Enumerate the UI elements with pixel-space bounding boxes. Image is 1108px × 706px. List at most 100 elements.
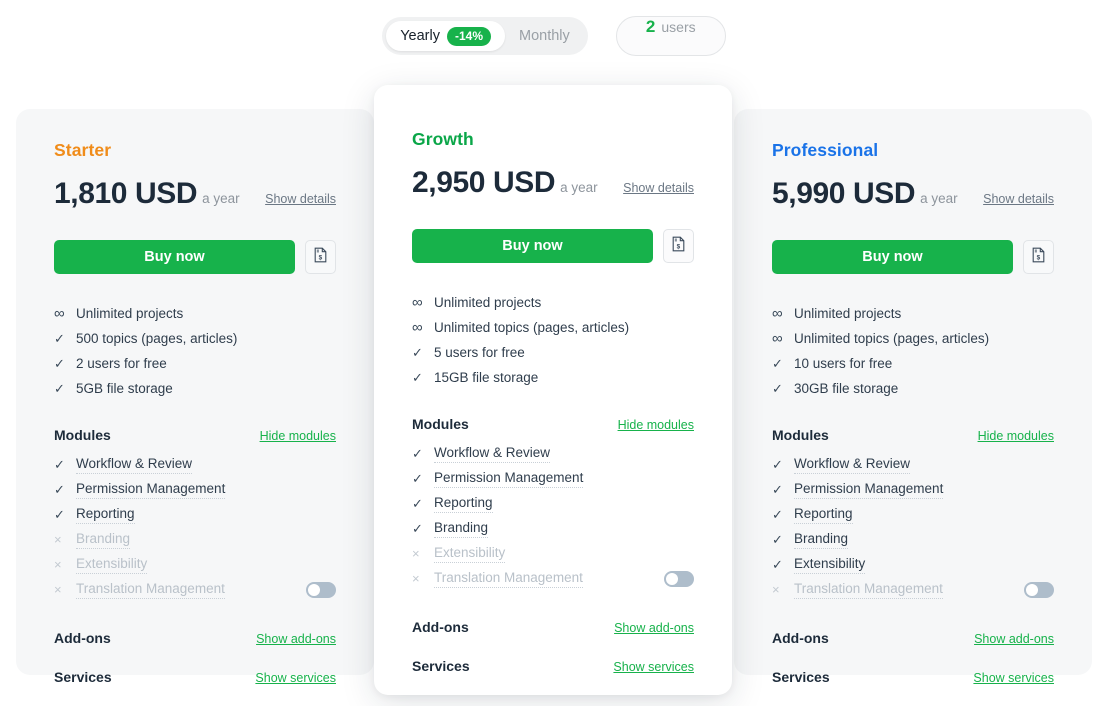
hide-modules-link[interactable]: Hide modules bbox=[260, 429, 336, 443]
cross-icon: × bbox=[412, 546, 420, 561]
check-icon: ✓ bbox=[412, 470, 423, 486]
module-row: ✓ Permission Management bbox=[772, 477, 1054, 502]
plan-features: ∞ Unlimited projects ∞ Unlimited topics … bbox=[412, 290, 694, 390]
module-label[interactable]: Permission Management bbox=[794, 481, 944, 499]
feature-label: 5 users for free bbox=[434, 345, 525, 360]
addons-title: Add-ons bbox=[412, 619, 469, 635]
show-details-link[interactable]: Show details bbox=[983, 192, 1054, 206]
feature-label: Unlimited topics (pages, articles) bbox=[794, 331, 990, 346]
cross-icon: × bbox=[54, 582, 62, 597]
pricing-card-professional: Professional 5,990 USD a year Show detai… bbox=[734, 109, 1092, 685]
cross-icon: × bbox=[54, 557, 62, 572]
modules-section-header: Modules Hide modules bbox=[412, 416, 694, 432]
toggle-knob bbox=[1026, 583, 1038, 596]
buy-now-button[interactable]: Buy now bbox=[412, 229, 653, 263]
plan-name: Growth bbox=[412, 129, 474, 149]
invoice-document-dollar-icon: $ bbox=[313, 247, 328, 268]
request-quote-button[interactable]: $ bbox=[305, 240, 336, 274]
module-label[interactable]: Reporting bbox=[76, 506, 135, 524]
plan-price: 5,990 USD bbox=[772, 177, 916, 210]
plan-name: Starter bbox=[54, 140, 112, 160]
check-icon: ✓ bbox=[772, 380, 783, 396]
feature-row: ✓ 10 users for free bbox=[772, 351, 1054, 376]
module-label[interactable]: Workflow & Review bbox=[434, 445, 551, 463]
show-services-link[interactable]: Show services bbox=[613, 660, 694, 674]
modules-title: Modules bbox=[412, 416, 469, 432]
module-row: × Translation Management bbox=[772, 577, 1054, 602]
invoice-document-dollar-icon: $ bbox=[1031, 247, 1046, 268]
module-toggle-switch[interactable] bbox=[1024, 581, 1054, 598]
show-services-link[interactable]: Show services bbox=[973, 671, 1054, 685]
feature-label: Unlimited projects bbox=[76, 306, 184, 321]
feature-label: Unlimited projects bbox=[794, 306, 902, 321]
feature-label: Unlimited topics (pages, articles) bbox=[434, 320, 630, 335]
services-title: Services bbox=[54, 669, 112, 685]
module-label[interactable]: Branding bbox=[434, 520, 489, 538]
hide-modules-link[interactable]: Hide modules bbox=[978, 429, 1054, 443]
module-row: ✓ Branding bbox=[412, 516, 694, 541]
buy-now-button[interactable]: Buy now bbox=[54, 240, 295, 274]
request-quote-button[interactable]: $ bbox=[663, 229, 694, 263]
addons-title: Add-ons bbox=[54, 630, 111, 646]
module-label[interactable]: Extensibility bbox=[76, 556, 148, 574]
module-row: × Translation Management bbox=[54, 577, 336, 602]
module-row: × Branding bbox=[54, 527, 336, 552]
feature-row: ∞ Unlimited projects bbox=[412, 290, 694, 315]
module-row: ✓ Workflow & Review bbox=[772, 452, 1054, 477]
check-icon: ✓ bbox=[412, 369, 423, 385]
check-icon: ✓ bbox=[772, 506, 783, 522]
feature-row: ✓ 5GB file storage bbox=[54, 376, 336, 401]
module-label[interactable]: Workflow & Review bbox=[794, 456, 911, 474]
plan-modules: ✓ Workflow & Review ✓ Permission Managem… bbox=[54, 452, 336, 602]
addons-title: Add-ons bbox=[772, 630, 829, 646]
plan-price: 2,950 USD bbox=[412, 166, 556, 199]
plan-features: ∞ Unlimited projects ∞ Unlimited topics … bbox=[772, 301, 1054, 401]
module-label[interactable]: Permission Management bbox=[434, 470, 584, 488]
price-row: 5,990 USD a year Show details bbox=[772, 177, 1054, 211]
module-row: ✓ Reporting bbox=[54, 502, 336, 527]
show-addons-link[interactable]: Show add-ons bbox=[256, 632, 336, 646]
check-icon: ✓ bbox=[772, 531, 783, 547]
show-details-link[interactable]: Show details bbox=[623, 181, 694, 195]
show-details-link[interactable]: Show details bbox=[265, 192, 336, 206]
module-label[interactable]: Translation Management bbox=[794, 581, 943, 599]
module-label[interactable]: Workflow & Review bbox=[76, 456, 193, 474]
module-label[interactable]: Permission Management bbox=[76, 481, 226, 499]
module-label[interactable]: Reporting bbox=[794, 506, 853, 524]
module-label[interactable]: Branding bbox=[76, 531, 131, 549]
cross-icon: × bbox=[54, 532, 62, 547]
services-section-header: Services Show services bbox=[412, 658, 694, 674]
infinity-icon: ∞ bbox=[772, 330, 783, 347]
feature-row: ✓ 30GB file storage bbox=[772, 376, 1054, 401]
module-label[interactable]: Reporting bbox=[434, 495, 493, 513]
pricing-card-growth: Growth 2,950 USD a year Show details Buy… bbox=[374, 85, 732, 695]
show-services-link[interactable]: Show services bbox=[255, 671, 336, 685]
module-row: × Translation Management bbox=[412, 566, 694, 591]
buy-now-button[interactable]: Buy now bbox=[772, 240, 1013, 274]
check-icon: ✓ bbox=[412, 520, 423, 536]
module-row: ✓ Permission Management bbox=[412, 466, 694, 491]
cross-icon: × bbox=[772, 582, 780, 597]
module-label[interactable]: Branding bbox=[794, 531, 849, 549]
module-label[interactable]: Extensibility bbox=[434, 545, 506, 563]
show-addons-link[interactable]: Show add-ons bbox=[974, 632, 1054, 646]
plan-price: 1,810 USD bbox=[54, 177, 198, 210]
plan-modules: ✓ Workflow & Review ✓ Permission Managem… bbox=[412, 441, 694, 591]
check-icon: ✓ bbox=[412, 344, 423, 360]
show-addons-link[interactable]: Show add-ons bbox=[614, 621, 694, 635]
module-label[interactable]: Extensibility bbox=[794, 556, 866, 574]
module-toggle-switch[interactable] bbox=[306, 581, 336, 598]
feature-label: 5GB file storage bbox=[76, 381, 173, 396]
module-label[interactable]: Translation Management bbox=[76, 581, 225, 599]
check-icon: ✓ bbox=[54, 380, 65, 396]
addons-section-header: Add-ons Show add-ons bbox=[412, 619, 694, 635]
module-toggle-switch[interactable] bbox=[664, 570, 694, 587]
plan-billing-period: a year bbox=[560, 180, 598, 195]
hide-modules-link[interactable]: Hide modules bbox=[618, 418, 694, 432]
request-quote-button[interactable]: $ bbox=[1023, 240, 1054, 274]
check-icon: ✓ bbox=[772, 481, 783, 497]
toggle-knob bbox=[666, 572, 678, 585]
feature-row: ✓ 5 users for free bbox=[412, 340, 694, 365]
check-icon: ✓ bbox=[772, 456, 783, 472]
module-label[interactable]: Translation Management bbox=[434, 570, 583, 588]
